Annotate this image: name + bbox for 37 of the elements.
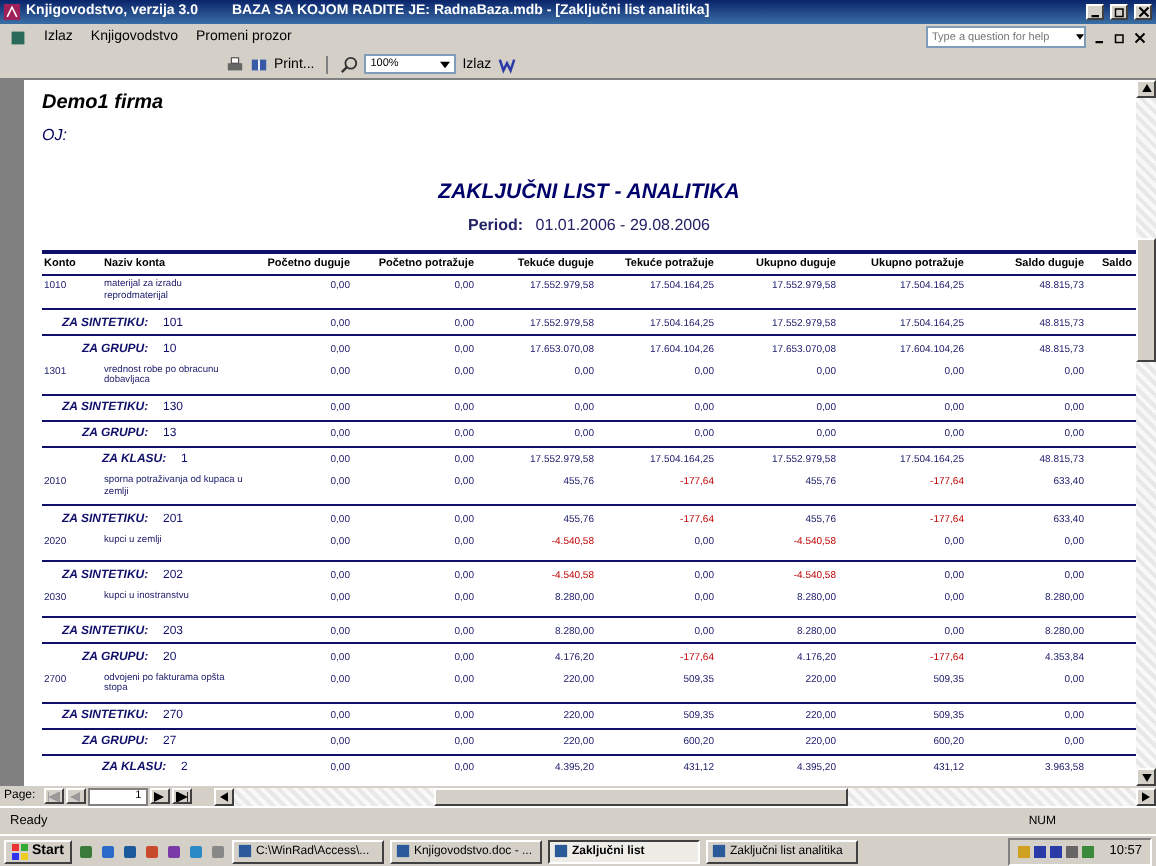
window-icon	[711, 844, 726, 859]
dropdown-arrow-icon	[440, 59, 451, 70]
unit-label: OJ:	[42, 125, 69, 144]
company-name: Demo1 firma	[42, 91, 166, 114]
down-arrow-icon[interactable]	[1141, 773, 1151, 782]
report-title: ZAKLJUČNI LIST - ANALITIKA	[435, 179, 742, 204]
horizontal-scrollbar[interactable]	[213, 787, 1156, 806]
window-icon	[553, 844, 568, 859]
scrollbar-thumb[interactable]	[1136, 237, 1156, 362]
dropdown-arrow-icon	[1076, 32, 1084, 43]
restore-button[interactable]	[1110, 3, 1128, 20]
next-page-button[interactable]	[149, 788, 170, 805]
app-icon	[4, 3, 20, 20]
scrollbar-thumb[interactable]	[433, 787, 848, 806]
first-page-icon	[47, 791, 60, 802]
last-page-button[interactable]	[171, 788, 192, 805]
close-icon	[1137, 5, 1149, 18]
right-triangle-icon	[154, 791, 165, 802]
window-icon	[395, 844, 410, 859]
period-label: Period:	[468, 215, 524, 234]
right-arrow-icon[interactable]	[1142, 791, 1150, 802]
minimize-button[interactable]	[1086, 3, 1104, 20]
window-icon	[237, 844, 252, 859]
last-page-icon	[175, 791, 188, 802]
printer-icon[interactable]	[226, 55, 244, 74]
windows-logo-icon	[12, 843, 28, 860]
close-button[interactable]	[1134, 3, 1152, 20]
period-value: 01.01.2006 - 29.08.2006	[535, 215, 710, 234]
left-triangle-icon	[70, 791, 81, 802]
up-arrow-icon[interactable]	[1141, 84, 1151, 93]
first-page-button[interactable]	[43, 788, 64, 805]
left-arrow-icon[interactable]	[219, 791, 228, 802]
zoom-icon[interactable]	[340, 55, 359, 74]
w-icon[interactable]	[497, 55, 516, 74]
previous-page-button[interactable]	[65, 788, 86, 805]
close-icon[interactable]	[1134, 31, 1146, 44]
vertical-scrollbar[interactable]	[1136, 79, 1156, 787]
